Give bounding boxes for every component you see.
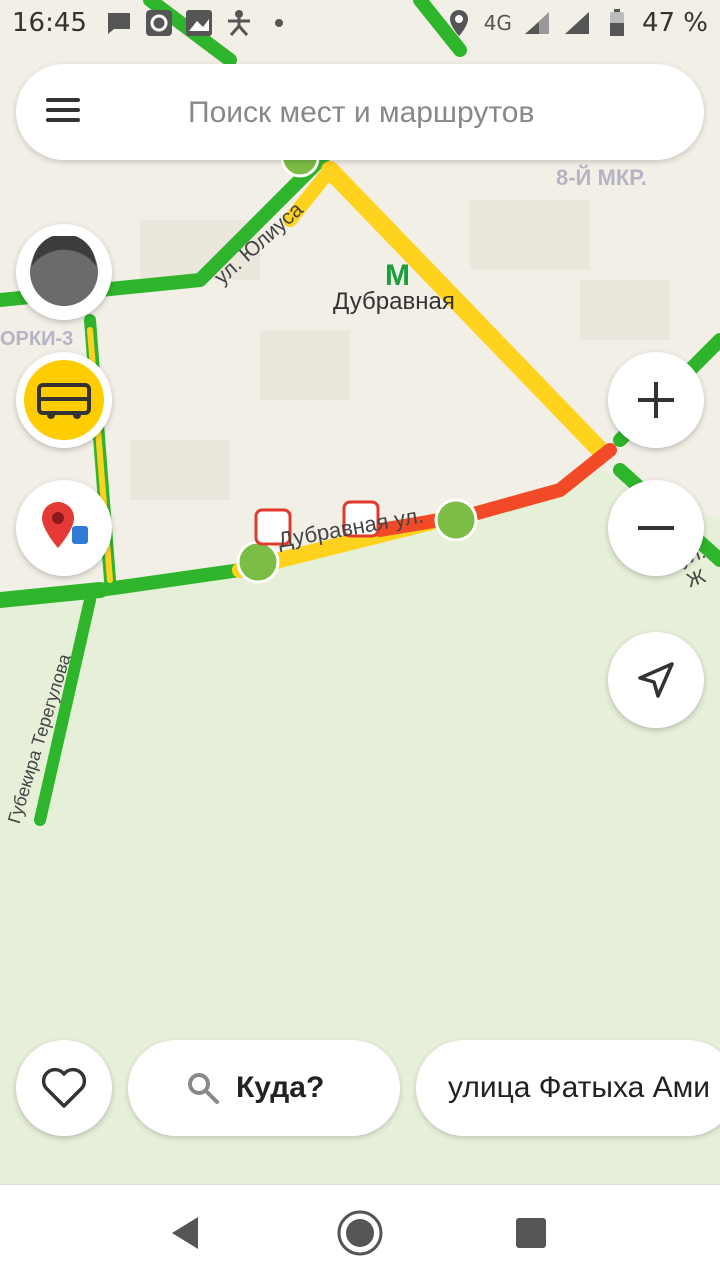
plus-icon (638, 382, 674, 418)
battery-icon (602, 8, 632, 38)
where-to-button[interactable]: Куда? (128, 1040, 400, 1136)
status-notifications (104, 8, 294, 38)
back-icon[interactable] (166, 1213, 206, 1253)
system-nav-bar (0, 1184, 720, 1281)
map-pin-bus-icon (42, 502, 88, 548)
search-placeholder[interactable]: Поиск мест и маршрутов (188, 96, 534, 130)
heart-icon (41, 1067, 87, 1108)
bus-icon (24, 360, 104, 440)
district-left-label: ОРКИ-3 (0, 328, 74, 350)
map-view[interactable]: M Дубравная 8-Й МКР. ОРКИ-3 Дубравная ул… (0, 0, 720, 1184)
dot-icon (264, 8, 294, 38)
profile-button[interactable] (16, 224, 112, 320)
avatar (30, 236, 98, 306)
message-icon (104, 8, 134, 38)
zoom-out-button[interactable] (608, 480, 704, 576)
signal-icon (562, 8, 592, 38)
recents-icon[interactable] (514, 1216, 548, 1250)
menu-icon[interactable] (42, 92, 82, 132)
search-bar[interactable]: Поиск мест и маршрутов (16, 64, 704, 160)
route-button[interactable] (16, 480, 112, 576)
transport-button[interactable] (16, 352, 112, 448)
where-to-label: Куда? (236, 1071, 325, 1104)
suggestion-label: улица Фатыха Ами (448, 1071, 711, 1104)
activity-icon (224, 8, 254, 38)
app-icon (144, 8, 174, 38)
suggestion-chip[interactable]: улица Фатыха Ами (416, 1040, 720, 1136)
network-type: 4G (483, 11, 512, 35)
status-system: 4G 47 % (444, 8, 708, 38)
search-icon (188, 1073, 219, 1104)
battery-percent: 47 % (641, 8, 708, 38)
status-time: 16:45 (12, 8, 87, 38)
minus-icon (638, 526, 674, 530)
favorites-button[interactable] (16, 1040, 112, 1136)
status-bar: 16:45 4G 47 % (0, 0, 720, 50)
location-icon (444, 8, 474, 38)
navigation-arrow-icon (638, 662, 674, 698)
zoom-in-button[interactable] (608, 352, 704, 448)
home-icon[interactable] (336, 1209, 384, 1257)
district-label: 8-Й МКР. (556, 165, 647, 190)
my-location-button[interactable] (608, 632, 704, 728)
signal-icon (522, 8, 552, 38)
metro-station-label[interactable]: Дубравная (333, 288, 455, 316)
photo-icon (184, 8, 214, 38)
